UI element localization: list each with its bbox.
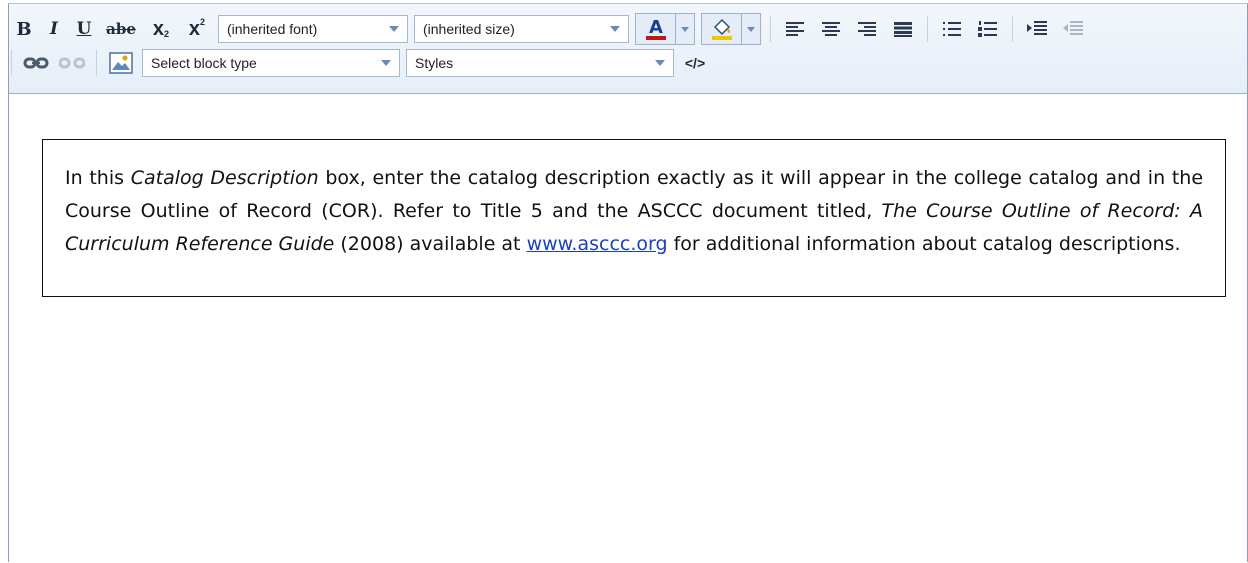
font-color-button[interactable]: A [635, 13, 695, 45]
font-size-select[interactable]: (inherited size) [414, 15, 629, 43]
font-color-dropdown[interactable] [676, 14, 694, 44]
font-family-select-value: (inherited font) [227, 21, 318, 37]
numbered-list-icon[interactable] [973, 16, 1003, 42]
toolbar-row-1: B I U abe x2 x2 (inherited font) (inheri… [9, 12, 1091, 46]
font-color-glyph: A [649, 17, 663, 38]
italic-button[interactable]: I [42, 16, 66, 42]
chevron-down-icon [747, 26, 755, 32]
chevron-down-icon [655, 60, 665, 66]
strikethrough-button[interactable]: abe [102, 16, 140, 42]
instruction-text-1: In this [65, 167, 131, 189]
link-icon[interactable] [21, 50, 51, 76]
toolbar-separator [1012, 16, 1013, 42]
background-color-dropdown[interactable] [742, 14, 760, 44]
block-type-select[interactable]: Select block type [142, 49, 400, 77]
paint-bucket-icon[interactable] [702, 14, 742, 44]
toolbar-row-2: Select block type Styles </> [9, 46, 713, 80]
subscript-button[interactable]: x2 [146, 16, 176, 42]
font-size-select-value: (inherited size) [423, 21, 515, 37]
superscript-glyph: x [188, 17, 201, 40]
indent-icon[interactable] [1022, 16, 1052, 42]
toolbar-separator [96, 50, 97, 76]
styles-select-value: Styles [415, 55, 454, 71]
outdent-icon[interactable] [1058, 16, 1088, 42]
instruction-text-4: for additional information about catalog… [667, 233, 1181, 255]
superscript-button[interactable]: x2 [182, 16, 212, 42]
toolbar-separator [770, 16, 771, 42]
bold-button[interactable]: B [12, 16, 36, 42]
subscript-small-glyph: 2 [164, 29, 170, 39]
chevron-down-icon [610, 26, 620, 32]
chevron-down-icon [389, 26, 399, 32]
toolbar-separator [927, 16, 928, 42]
catalog-description-emphasis: Catalog Description [130, 167, 319, 189]
html-source-button[interactable]: </> [680, 50, 710, 76]
block-type-select-value: Select block type [151, 55, 257, 71]
bulleted-list-icon[interactable] [937, 16, 967, 42]
subscript-glyph: x [152, 17, 165, 40]
font-family-select[interactable]: (inherited font) [218, 15, 408, 43]
rich-text-editor: B I U abe x2 x2 (inherited font) (inheri… [8, 3, 1248, 563]
instruction-box: In this Catalog Description box, enter t… [42, 139, 1226, 297]
chevron-down-icon [681, 26, 689, 32]
background-color-button[interactable] [701, 13, 761, 45]
styles-select[interactable]: Styles [406, 49, 674, 77]
unlink-icon[interactable] [57, 50, 87, 76]
insert-image-icon[interactable] [106, 50, 136, 76]
underline-button[interactable]: U [72, 16, 96, 42]
chevron-down-icon [381, 60, 391, 66]
align-left-icon[interactable] [780, 16, 810, 42]
editor-content-area[interactable]: In this Catalog Description box, enter t… [9, 94, 1247, 563]
align-right-icon[interactable] [852, 16, 882, 42]
align-center-icon[interactable] [816, 16, 846, 42]
font-color-icon[interactable]: A [636, 14, 676, 44]
asccc-link[interactable]: www.asccc.org [527, 233, 668, 255]
instruction-text-3: (2008) available at [334, 233, 527, 255]
toolbar-separator [11, 50, 12, 76]
align-justify-icon[interactable] [888, 16, 918, 42]
editor-toolbar: B I U abe x2 x2 (inherited font) (inheri… [9, 4, 1247, 94]
superscript-small-glyph: 2 [200, 17, 206, 27]
